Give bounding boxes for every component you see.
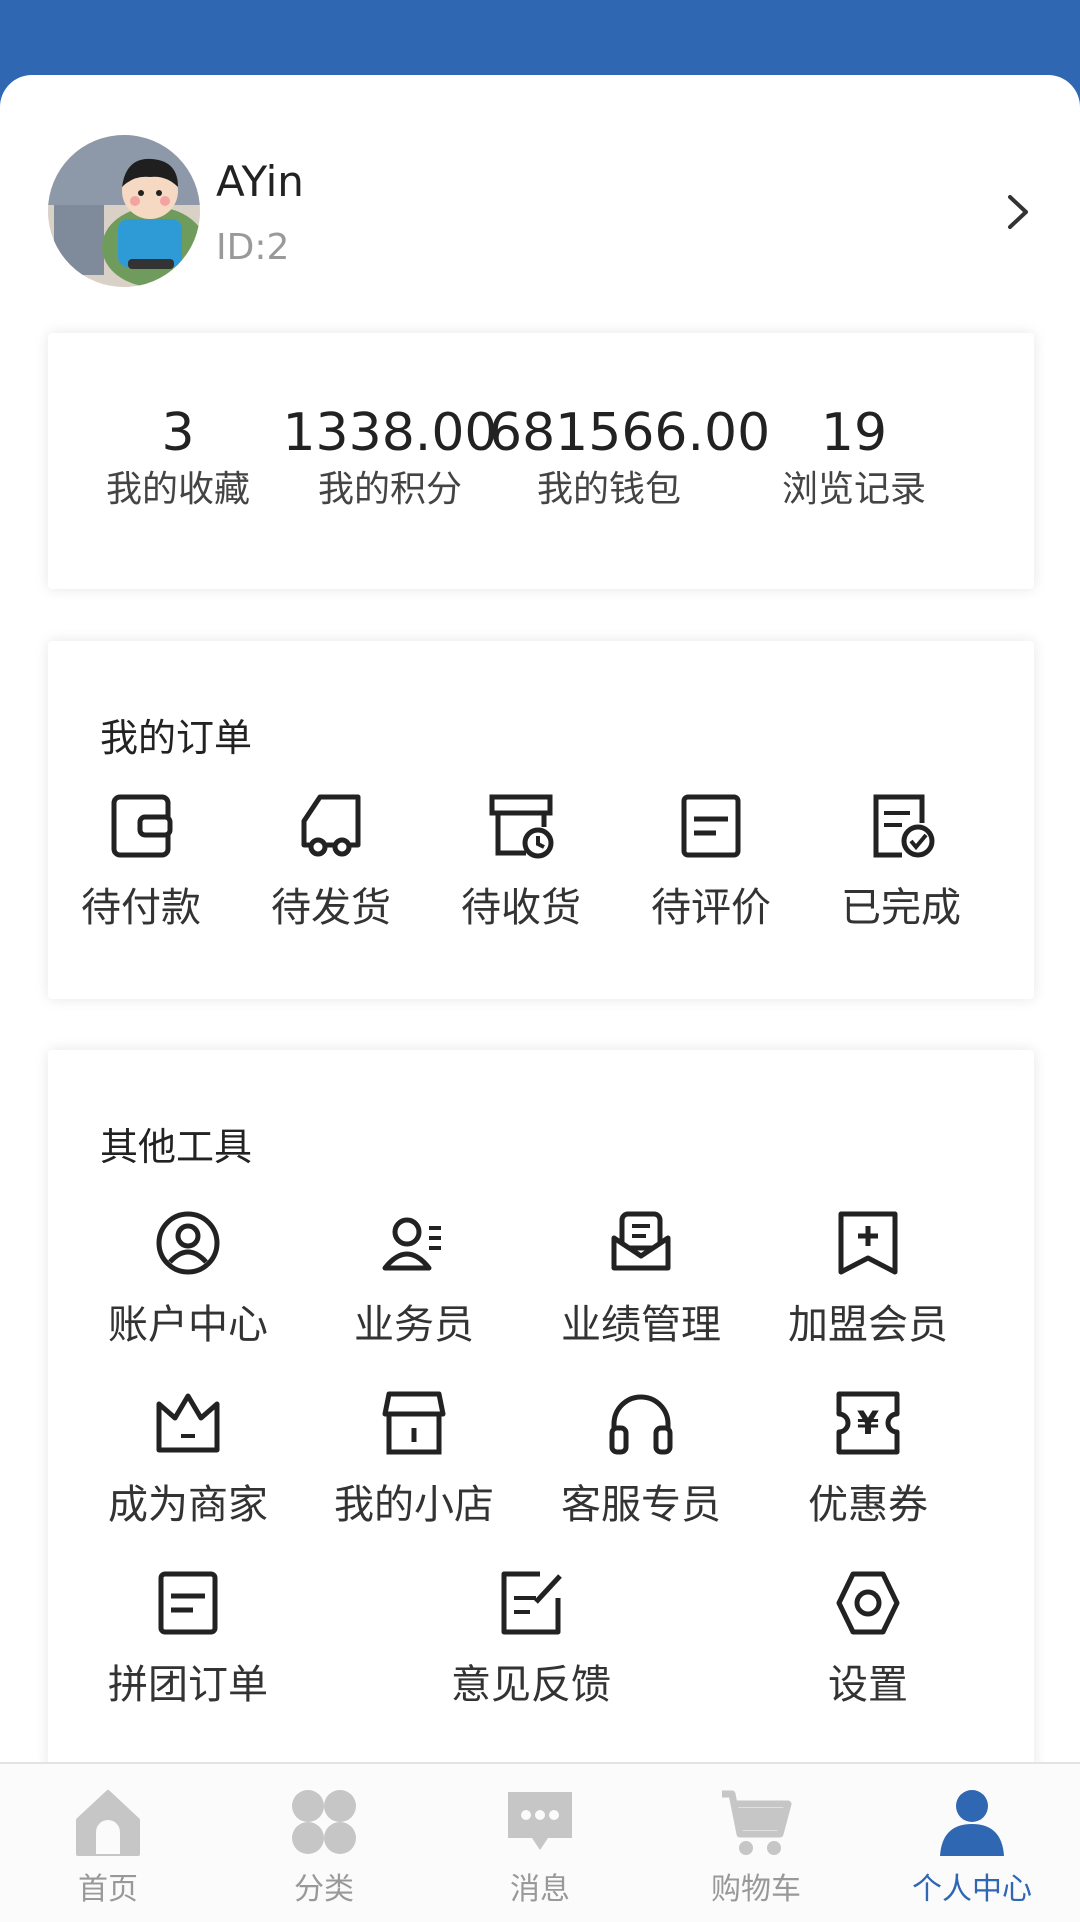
stat-label: 浏览记录	[781, 469, 926, 510]
grid-label: 待发货	[271, 885, 391, 931]
grid-label: 账户中心	[108, 1302, 268, 1348]
user-id: ID:2	[216, 227, 290, 268]
tab-label: 个人中心	[912, 1872, 1032, 1907]
tab-category[interactable]: 分类	[216, 1784, 432, 1908]
order-pending-receipt[interactable]: 待收货	[446, 791, 596, 933]
grid-label: 设置	[828, 1662, 908, 1708]
cart-icon	[722, 1790, 792, 1855]
stat-value: 681566.00	[489, 403, 771, 463]
stat-history[interactable]: 19 浏览记录	[734, 403, 974, 515]
stat-favorites[interactable]: 3 我的收藏	[58, 403, 298, 515]
grid-label: 业务员	[354, 1302, 474, 1348]
settings-hex-icon	[836, 1571, 900, 1635]
stat-value: 19	[820, 403, 888, 463]
shop-icon	[382, 1391, 446, 1455]
tool-become-merchant[interactable]: 成为商家	[88, 1388, 288, 1530]
crown-icon	[156, 1393, 220, 1453]
category-icon	[292, 1790, 356, 1854]
truck-icon	[301, 794, 361, 857]
home-icon	[76, 1790, 140, 1856]
bookmark-plus-icon	[838, 1211, 898, 1275]
stat-wallet[interactable]: 681566.00 我的钱包	[489, 403, 771, 515]
grid-label: 待评价	[651, 885, 771, 931]
tab-cart[interactable]: 购物车	[648, 1784, 864, 1908]
tool-coupons[interactable]: ¥ 优惠券	[768, 1388, 968, 1530]
chevron-right-icon[interactable]	[998, 187, 1038, 237]
person-icon	[940, 1790, 1004, 1856]
grid-label: 优惠券	[808, 1482, 928, 1528]
stat-label: 我的钱包	[536, 469, 681, 510]
tab-label: 消息	[510, 1872, 570, 1907]
grid-label: 意见反馈	[451, 1662, 611, 1708]
grid-label: 业绩管理	[561, 1302, 721, 1348]
tool-customer-service[interactable]: 客服专员	[541, 1388, 741, 1530]
stats-card: 3 我的收藏 1338.00 我的积分 681566.00 我的钱包 19 浏览…	[48, 333, 1034, 589]
message-icon	[508, 1792, 572, 1850]
bottom-tab-bar: 首页 分类 消息 购物车 个人中心	[0, 1762, 1080, 1922]
tab-label: 首页	[78, 1872, 138, 1907]
edit-note-icon	[501, 1571, 562, 1635]
grid-label: 待收货	[461, 885, 581, 931]
wallet-icon	[111, 794, 173, 858]
stat-value: 1338.00	[282, 403, 498, 463]
tool-performance[interactable]: 业绩管理	[541, 1208, 741, 1350]
stat-label: 我的积分	[317, 469, 462, 510]
order-completed[interactable]: 已完成	[826, 791, 976, 933]
tab-profile[interactable]: 个人中心	[864, 1784, 1080, 1908]
tool-join-member[interactable]: 加盟会员	[768, 1208, 968, 1350]
order-pending-shipment[interactable]: 待发货	[256, 791, 406, 933]
box-clock-icon	[489, 794, 554, 859]
order-pending-review[interactable]: 待评价	[636, 791, 786, 933]
tab-label: 分类	[294, 1872, 354, 1907]
username: AYin	[216, 157, 304, 206]
doc-check-icon	[873, 794, 935, 858]
avatar[interactable]	[48, 135, 200, 287]
stat-points[interactable]: 1338.00 我的积分	[270, 403, 510, 515]
mail-open-icon	[611, 1211, 671, 1271]
grid-label: 待付款	[81, 885, 201, 931]
tool-feedback[interactable]: 意见反馈	[431, 1568, 631, 1710]
headphones-icon	[609, 1394, 673, 1455]
tools-title: 其他工具	[100, 1125, 253, 1169]
grid-label: 加盟会员	[788, 1302, 948, 1348]
note-icon	[158, 1571, 218, 1635]
grid-label: 已完成	[841, 885, 961, 931]
grid-label: 客服专员	[561, 1482, 721, 1528]
tool-salesman[interactable]: 业务员	[314, 1208, 514, 1350]
grid-label: 成为商家	[108, 1482, 268, 1528]
tab-label: 购物车	[711, 1872, 801, 1907]
tool-settings[interactable]: 设置	[768, 1568, 968, 1710]
tool-my-shop[interactable]: 我的小店	[314, 1388, 514, 1530]
coupon-icon: ¥	[836, 1391, 900, 1455]
tab-messages[interactable]: 消息	[432, 1784, 648, 1908]
order-pending-payment[interactable]: 待付款	[66, 791, 216, 933]
profile-header[interactable]: AYin ID:2	[48, 135, 1038, 295]
grid-label: 我的小店	[334, 1482, 494, 1528]
orders-card: 我的订单 待付款 待发货 待收货 待评价 已完成	[48, 641, 1034, 999]
orders-title: 我的订单	[100, 716, 253, 760]
stat-label: 我的收藏	[105, 469, 250, 510]
grid-label: 拼团订单	[108, 1662, 268, 1708]
user-circle-icon	[156, 1211, 220, 1275]
tab-home[interactable]: 首页	[0, 1784, 216, 1908]
note-icon	[681, 794, 741, 858]
tools-card: 其他工具 账户中心 业务员 业绩管理 加盟会员 成为商家 我的小店 客服专员 ¥…	[48, 1050, 1034, 1770]
tool-group-orders[interactable]: 拼团订单	[88, 1568, 288, 1710]
salesman-icon	[382, 1217, 441, 1271]
stat-value: 3	[161, 403, 195, 463]
tool-account-center[interactable]: 账户中心	[88, 1208, 288, 1350]
svg-text:¥: ¥	[857, 1404, 879, 1442]
